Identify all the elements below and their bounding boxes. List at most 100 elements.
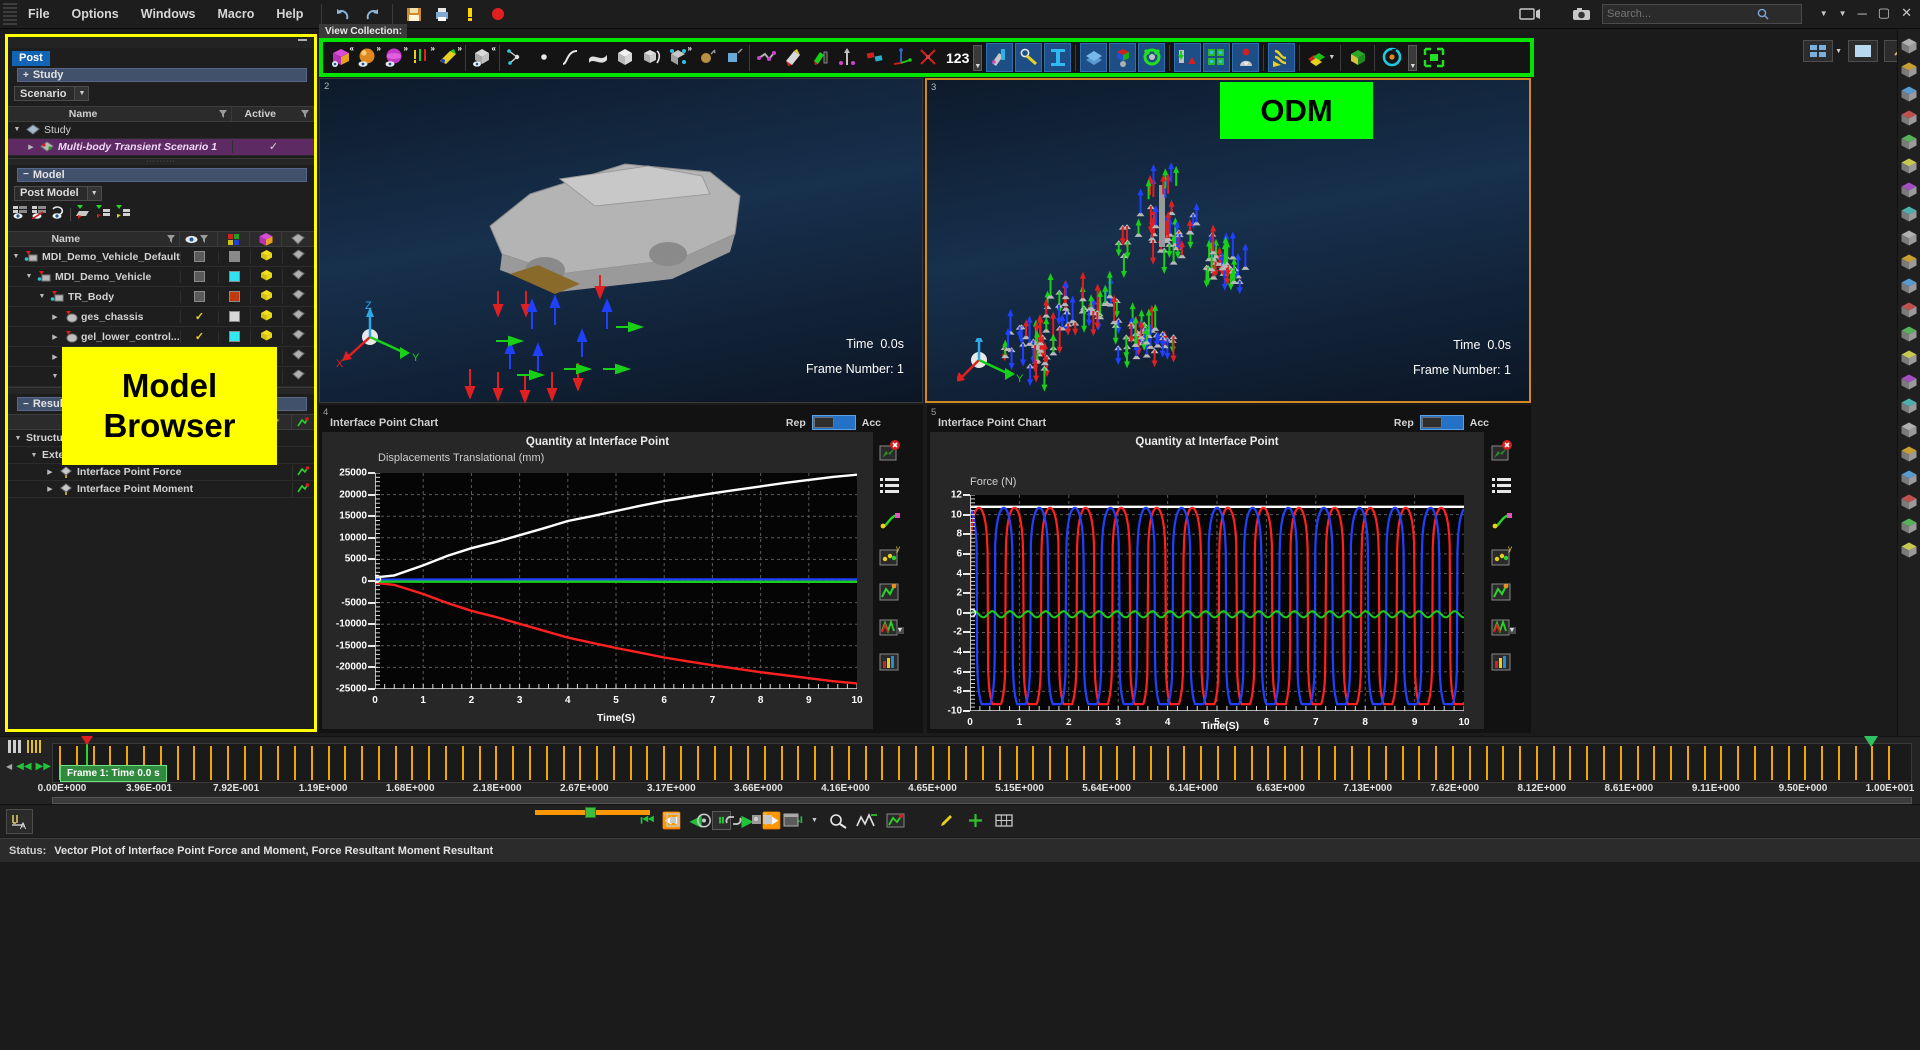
settings-chevron-icon[interactable]: ▼ (1839, 9, 1847, 18)
timeline-tick[interactable] (898, 746, 901, 780)
timeline-end-marker[interactable] (1864, 736, 1878, 747)
expand-arrow-icon[interactable]: ▼ (12, 126, 22, 133)
expand-arrow-icon[interactable]: ▶ (26, 143, 36, 151)
color-map-icon[interactable] (1303, 43, 1330, 72)
probe-point-icon[interactable] (1899, 395, 1920, 417)
search-input[interactable] (1607, 8, 1757, 20)
annotation-icon[interactable]: A (6, 809, 33, 834)
mesh-sphere-icon[interactable]: » (381, 43, 408, 72)
visibility-cell[interactable] (180, 270, 218, 283)
timeline-scrollbar[interactable] (52, 797, 1912, 804)
streamline-icon[interactable] (1232, 43, 1260, 72)
skip-start-icon[interactable]: ⏮ (640, 812, 655, 829)
curve-icon[interactable] (856, 810, 877, 831)
timeline-tick[interactable] (1519, 746, 1521, 780)
iso-surface-icon[interactable] (1174, 43, 1202, 72)
timeline-tick[interactable] (696, 746, 699, 780)
timeline-tick[interactable] (965, 746, 968, 780)
minimize-button[interactable]: ─ (1858, 6, 1867, 21)
joint-box-icon[interactable] (719, 43, 746, 72)
plane-icon[interactable] (861, 43, 888, 72)
color-cell[interactable] (218, 310, 250, 323)
timeline-tick[interactable] (881, 746, 884, 780)
mesh-cell[interactable] (282, 369, 314, 384)
table-row[interactable]: ▼ MDI_Demo_Vehicle_Default Rep (8, 247, 314, 267)
numbering-label[interactable]: 123 (942, 50, 973, 66)
clip-icon[interactable] (1344, 43, 1371, 72)
menu-gripper[interactable] (3, 3, 17, 25)
color-cell[interactable] (218, 290, 250, 303)
timeline-tick[interactable] (461, 746, 464, 780)
mesh-cell[interactable] (282, 249, 314, 264)
expand-arrow-icon[interactable]: ▼ (37, 293, 47, 300)
numbering-dropdown[interactable]: ▼ (973, 44, 983, 71)
timeline-tick[interactable] (1871, 746, 1874, 780)
solid-icon[interactable]: « (469, 43, 496, 72)
timeline-cursor-handle[interactable] (81, 736, 93, 745)
render-icon[interactable] (1899, 299, 1920, 321)
timeline-tick[interactable] (1233, 746, 1236, 780)
visibility-cell[interactable] (180, 250, 218, 263)
timeline-tick[interactable] (361, 746, 364, 780)
timeline-tick[interactable] (847, 746, 850, 780)
post-model-dropdown[interactable]: Post Model ▼ (14, 185, 102, 201)
timeline-tick[interactable] (277, 746, 280, 780)
pan-icon[interactable] (1899, 179, 1920, 201)
vector-plot-icon[interactable] (1109, 43, 1137, 72)
visibility-cell[interactable]: ✓ (180, 310, 218, 323)
table-row[interactable]: ▼ MDI_Demo_Vehicle (8, 267, 314, 287)
xy-points-icon[interactable]: y (1489, 541, 1515, 570)
timeline-tick[interactable] (344, 746, 347, 780)
expand-arrow-icon[interactable]: ▼ (11, 253, 21, 260)
speed-slider-thumb[interactable] (585, 807, 596, 818)
chart-4-rep-acc-toggle[interactable]: Rep Acc (786, 415, 881, 430)
contour-icon[interactable] (1138, 43, 1166, 72)
timeline-tick[interactable] (1737, 746, 1740, 780)
frame-tag[interactable]: Frame 1: Time 0.0 s (60, 765, 167, 782)
camera-icon[interactable] (1570, 3, 1594, 25)
material-cell[interactable] (250, 249, 282, 264)
color-cell[interactable] (218, 250, 250, 263)
peaks-icon[interactable] (1489, 576, 1515, 605)
timeline-tick[interactable] (1384, 746, 1387, 780)
xy-points-icon[interactable]: y (877, 541, 903, 570)
timeline-tick[interactable] (1250, 746, 1253, 780)
filter-icon-vis[interactable] (200, 235, 208, 243)
timeline-tick[interactable] (1015, 746, 1018, 780)
timeline-tick[interactable] (1552, 746, 1555, 780)
timeline-tick[interactable] (545, 746, 548, 780)
transparency-icon[interactable] (1899, 323, 1920, 345)
collapse-icon-result[interactable]: − (23, 399, 29, 410)
timeline-tick[interactable] (1116, 746, 1119, 780)
timeline-tick[interactable] (1418, 746, 1421, 780)
view-iso-icon[interactable] (1899, 107, 1920, 129)
link-icon[interactable] (723, 810, 744, 831)
reverse-icon[interactable] (51, 205, 66, 224)
add-icon[interactable] (965, 810, 986, 831)
record-icon[interactable] (486, 3, 510, 25)
timeline-tick[interactable] (864, 746, 867, 780)
mesh-cell[interactable] (282, 329, 314, 344)
monitor-icon[interactable] (1518, 3, 1542, 25)
timeline-tick[interactable] (1200, 746, 1203, 780)
probe-icon[interactable] (1015, 43, 1043, 72)
table-row[interactable]: ▶ Multi-body Transient Scenario 1 ✓ (8, 138, 314, 156)
timeline-tick[interactable] (1602, 746, 1605, 780)
view-collection-tab[interactable]: View Collection: 2 (319, 24, 407, 48)
chart-5-box[interactable]: Quantity at Interface Point Force (N) 12… (930, 432, 1484, 732)
timeline-tick[interactable] (1686, 746, 1689, 780)
explode-view-icon[interactable] (1899, 347, 1920, 369)
timeline-tick[interactable] (596, 746, 598, 780)
timeline-tick[interactable] (1267, 746, 1270, 780)
animate-icon[interactable] (1899, 443, 1920, 465)
table-row[interactable]: ▶ Interface Point Moment (8, 481, 314, 498)
surface-icon[interactable]: » (354, 43, 381, 72)
chart-5-plot[interactable] (970, 495, 1464, 711)
expand-arrow-icon[interactable]: ▶ (50, 333, 60, 341)
snapshot-icon[interactable] (1899, 419, 1920, 441)
timeline-tick[interactable] (1703, 746, 1706, 780)
chart-4-box[interactable]: Quantity at Interface Point Displacement… (322, 432, 873, 729)
timeline-tick[interactable] (1854, 746, 1857, 780)
timeline-tick[interactable] (293, 746, 296, 780)
timeline-tick[interactable] (1586, 746, 1589, 780)
